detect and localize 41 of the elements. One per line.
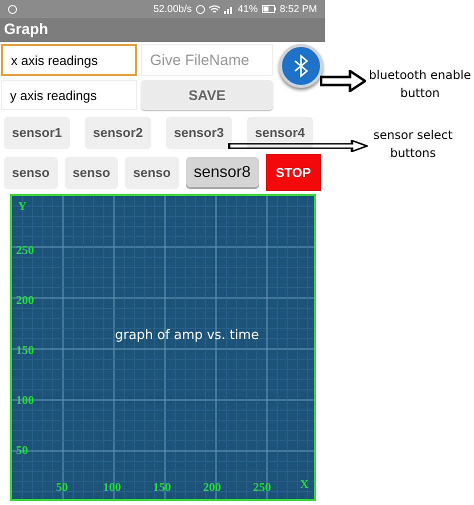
notification-icon (8, 4, 17, 14)
sensor-button[interactable]: sensor4 (247, 117, 313, 149)
sensor-button[interactable]: senso (4, 156, 58, 188)
x-tick-label: 200 (203, 480, 221, 494)
annotation-text: sensor select buttons (372, 127, 454, 162)
y-tick-label: 250 (16, 243, 34, 257)
y-axis-field[interactable]: y axis readings (1, 80, 137, 110)
battery-percent: 41% (238, 2, 258, 16)
y-tick-label: 50 (16, 443, 28, 457)
y-tick-label: 100 (16, 393, 34, 407)
sensor-button[interactable]: sensor1 (4, 117, 70, 149)
x-axis-field[interactable]: x axis readings (1, 44, 137, 76)
arrow-icon (320, 70, 366, 92)
x-tick-label: 250 (253, 480, 271, 494)
annotation-text: bluetooth enable button (368, 67, 472, 102)
y-axis-label: Y (18, 199, 27, 213)
wifi-icon (208, 4, 220, 14)
x-tick-label: 50 (56, 480, 68, 494)
graph-caption: graph of amp vs. time (115, 327, 259, 345)
alarm-icon (196, 4, 205, 14)
network-speed: 52.00b/s (153, 2, 192, 16)
y-tick-label: 200 (16, 293, 34, 307)
clock: 8:52 PM (280, 2, 317, 16)
sensor-button[interactable]: senso (125, 156, 179, 188)
x-tick-label: 100 (103, 480, 121, 494)
bluetooth-icon (293, 54, 309, 78)
x-axis-label: X (300, 477, 309, 491)
battery-icon (262, 5, 276, 13)
x-tick-label: 150 (153, 480, 171, 494)
sensor-button[interactable]: sensor2 (85, 117, 151, 149)
sensor-button[interactable]: sensor8 (186, 156, 259, 188)
save-button[interactable]: SAVE (141, 80, 273, 110)
stop-button[interactable]: STOP (266, 154, 321, 191)
y-tick-label: 150 (16, 343, 34, 357)
filename-field[interactable]: Give FileName (141, 44, 273, 76)
arrow-icon (228, 140, 368, 152)
signal-icon (224, 4, 234, 14)
sensor-button[interactable]: sensor3 (166, 117, 232, 149)
bluetooth-button[interactable] (279, 44, 323, 88)
app-title: Graph (4, 20, 48, 40)
sensor-button[interactable]: senso (64, 156, 118, 188)
